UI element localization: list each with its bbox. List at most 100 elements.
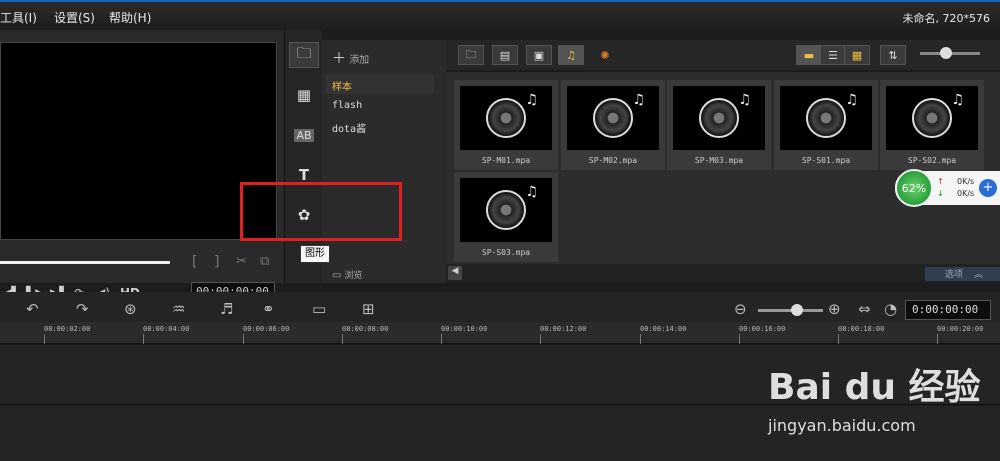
network-speed-widget[interactable]: 62% ↑ 0K/s ↓ 0K/s + xyxy=(895,169,1000,207)
watermark-logo: Bai du 经验 xyxy=(768,367,981,408)
sort-button[interactable]: ⇅ xyxy=(880,45,906,65)
grid-view-icon: ▦ xyxy=(851,48,863,62)
scroll-left-icon[interactable]: ◀ xyxy=(448,266,462,280)
ruler-tick-label: 00:00:04:00 xyxy=(143,325,190,333)
library-scrollbar[interactable]: ◀ 选项 ︽ xyxy=(446,264,1000,282)
record-disc-icon: ♫ xyxy=(912,92,964,138)
ruler-tick xyxy=(342,334,343,344)
ruler-tick-label: 00:00:02:00 xyxy=(44,325,91,333)
options-button[interactable]: 选项 ︽ xyxy=(925,267,1000,281)
ruler-tick xyxy=(640,334,641,344)
library-item[interactable]: ♫ SP-S02.mpa xyxy=(880,80,984,170)
fit-project-icon[interactable]: ⇔ xyxy=(858,300,871,318)
sound-mixer-icon[interactable]: ♒ xyxy=(172,300,185,318)
add-folder-button[interactable]: ＋ 添加 xyxy=(332,48,369,68)
item-label: SP-S02.mpa xyxy=(907,156,957,165)
record-capture-icon[interactable]: ⊛ xyxy=(124,300,137,318)
ruler-tick xyxy=(441,334,442,344)
ruler-tick-label: 00:00:20:00 xyxy=(937,325,984,333)
audio-thumbnail: ♫ xyxy=(567,86,659,150)
ruler-tick xyxy=(243,334,244,344)
clock-icon: ◔ xyxy=(884,300,898,318)
plus-icon: ＋ xyxy=(332,51,346,67)
folder-panel: ＋ 添加 样本 flash dota酱 ▭ 浏览 xyxy=(322,40,446,283)
ruler-tick-label: 00:00:12:00 xyxy=(540,325,587,333)
view-thumbnail-button[interactable]: ▬ xyxy=(796,45,822,65)
audio-thumbnail: ♫ xyxy=(460,86,552,150)
plus-icon[interactable]: + xyxy=(979,179,997,197)
ruler-tick-label: 00:00:10:00 xyxy=(441,325,488,333)
zoom-knob[interactable] xyxy=(791,304,803,316)
ruler-tick xyxy=(143,334,144,344)
browse-icon: ▭ xyxy=(332,270,342,281)
trim-out-marker[interactable]: ] xyxy=(214,254,219,270)
zoom-in-icon[interactable]: ⊕ xyxy=(828,300,841,318)
browse-button[interactable]: ▭ 浏览 xyxy=(332,268,362,281)
show-video-button[interactable]: ▤ xyxy=(492,45,518,65)
ruler-tick-label: 00:00:16:00 xyxy=(739,325,786,333)
trim-in-marker[interactable]: [ xyxy=(192,254,197,270)
tab-transition[interactable]: AB xyxy=(289,122,319,148)
thumbnail-view-icon: ▬ xyxy=(803,48,815,62)
menu-help[interactable]: 帮助(H) xyxy=(109,9,151,26)
library-item[interactable]: ♫ SP-M01.mpa xyxy=(454,80,558,170)
library-toolbar: 🗀 ▤ ▣ ♫ ✺ ▬ ☰ ▦ ⇅ xyxy=(446,40,1000,70)
record-disc-icon: ♫ xyxy=(486,92,538,138)
thumb-size-knob[interactable] xyxy=(940,47,952,59)
list-view-icon: ☰ xyxy=(828,48,838,62)
tooltip: 图形 xyxy=(300,245,330,263)
timeline-ruler[interactable]: 00:00:02:00 00:00:04:00 00:00:06:00 00:0… xyxy=(0,322,1000,344)
tab-media[interactable]: 🗀 xyxy=(289,42,319,68)
options-label: 选项 xyxy=(945,270,964,280)
chevron-up-icon: ︽ xyxy=(973,270,983,280)
audio-thumbnail: ♫ xyxy=(673,86,765,150)
upload-rate: 0K/s xyxy=(957,177,975,186)
folder-item[interactable]: 样本 xyxy=(326,74,434,94)
folder-icon: 🗀 xyxy=(296,43,312,62)
item-label: SP-M03.mpa xyxy=(694,156,744,165)
menu-bar: 工具(I) 设置(S) 帮助(H) 未命名, 720*576 xyxy=(0,0,1000,30)
preview-screen xyxy=(0,42,277,240)
record-disc-icon: ♫ xyxy=(699,92,751,138)
view-grid-button[interactable]: ▦ xyxy=(844,45,870,65)
menu-settings[interactable]: 设置(S) xyxy=(54,9,95,26)
upload-arrow-icon: ↑ xyxy=(937,177,944,186)
ruler-tick xyxy=(44,334,45,344)
library-item[interactable]: ♫ SP-M02.mpa xyxy=(561,80,665,170)
redo-icon[interactable]: ↷ xyxy=(76,300,89,318)
subtitle-editor-icon[interactable]: ▭ xyxy=(312,300,326,318)
download-arrow-icon: ↓ xyxy=(937,189,944,198)
library-item[interactable]: ♫ SP-S03.mpa xyxy=(454,172,558,262)
motion-tracking-icon[interactable]: ⚭ xyxy=(262,300,275,318)
item-label: SP-S03.mpa xyxy=(481,248,531,257)
online-media-button[interactable]: ✺ xyxy=(592,45,618,65)
timeline-toolbar: ↶ ↷ ⊛ ♒ ♬ ⚭ ▭ ⊞ ⊖ ⊕ ⇔ ◔ 0:00:00:00 xyxy=(0,292,1000,326)
zoom-out-icon[interactable]: ⊖ xyxy=(734,300,747,318)
ruler-tick-label: 00:00:06:00 xyxy=(243,325,290,333)
download-rate: 0K/s xyxy=(957,189,975,198)
browse-label: 浏览 xyxy=(344,271,363,281)
film-strip-icon: ▤ xyxy=(499,48,511,62)
import-folder-button[interactable]: 🗀 xyxy=(458,45,484,65)
folder-item[interactable]: dota酱 xyxy=(326,116,434,136)
view-list-button[interactable]: ☰ xyxy=(820,45,846,65)
folder-item[interactable]: flash xyxy=(326,96,434,116)
show-photo-button[interactable]: ▣ xyxy=(526,45,552,65)
library-item[interactable]: ♫ SP-S01.mpa xyxy=(774,80,878,170)
show-audio-button[interactable]: ♫ xyxy=(558,45,584,65)
multi-trim-icon[interactable]: ⊞ xyxy=(362,300,375,318)
highlight-annotation xyxy=(240,182,402,241)
cut-icon[interactable]: ✂ xyxy=(236,254,247,269)
scrubber-bar[interactable] xyxy=(0,261,170,264)
timeline-timecode[interactable]: 0:00:00:00 xyxy=(905,300,991,320)
auto-music-icon[interactable]: ♬ xyxy=(220,300,233,318)
copy-icon[interactable]: ⧉ xyxy=(260,254,269,269)
tab-instant-project[interactable]: ▦ xyxy=(289,82,319,108)
undo-icon[interactable]: ↶ xyxy=(26,300,39,318)
project-info: 未命名, 720*576 xyxy=(902,12,990,25)
add-folder-label: 添加 xyxy=(349,55,370,66)
menu-tools[interactable]: 工具(I) xyxy=(0,9,37,26)
transition-icon: AB xyxy=(294,128,314,142)
library-item[interactable]: ♫ SP-M03.mpa xyxy=(667,80,771,170)
baidu-watermark: Bai du 经验 jingyan.baidu.com xyxy=(768,358,998,458)
